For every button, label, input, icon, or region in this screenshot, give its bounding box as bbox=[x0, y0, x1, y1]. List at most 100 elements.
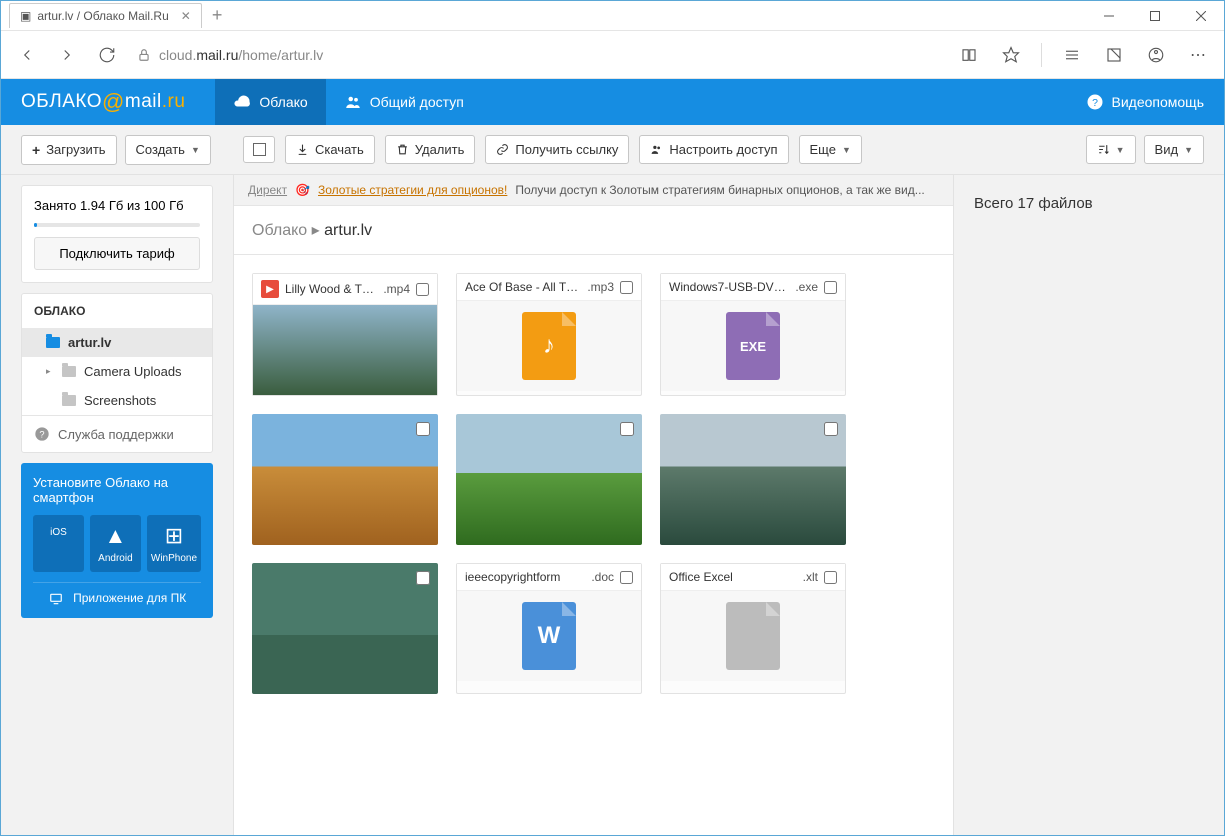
mobile-promo: Установите Облако на смартфон iOS ▲Andro… bbox=[21, 463, 213, 618]
reading-mode-icon[interactable] bbox=[951, 37, 987, 73]
file-checkbox[interactable] bbox=[416, 422, 430, 436]
window-close-button[interactable] bbox=[1178, 1, 1224, 31]
video-thumbnail bbox=[253, 305, 437, 395]
new-tab-button[interactable]: + bbox=[202, 1, 233, 30]
file-card-exe[interactable]: Windows7-USB-DV….exe EXE bbox=[660, 273, 846, 396]
file-card-doc[interactable]: ieeecopyrightform.doc W bbox=[456, 563, 642, 694]
android-icon: ▲ bbox=[94, 523, 137, 549]
help-icon: ? bbox=[34, 426, 50, 442]
tab-share[interactable]: Общий доступ bbox=[326, 79, 482, 125]
chevron-icon: ▸ bbox=[46, 366, 54, 377]
tab-cloud[interactable]: Облако bbox=[215, 79, 325, 125]
file-checkbox[interactable] bbox=[620, 571, 633, 584]
logo[interactable]: ОБЛАКО@mail.ru bbox=[21, 89, 185, 115]
sort-button[interactable]: ▼ bbox=[1086, 135, 1136, 164]
create-button[interactable]: Создать▼ bbox=[125, 135, 211, 165]
image-card[interactable] bbox=[252, 563, 438, 694]
help-icon: ? bbox=[1086, 93, 1104, 111]
share-icon[interactable] bbox=[1138, 37, 1174, 73]
video-badge-icon: ▶ bbox=[261, 280, 279, 298]
forward-button[interactable] bbox=[49, 37, 85, 73]
window-maximize-button[interactable] bbox=[1132, 1, 1178, 31]
tab-title: artur.lv / Облако Mail.Ru bbox=[37, 9, 168, 23]
more-icon[interactable]: ⋯ bbox=[1180, 37, 1216, 73]
file-checkbox[interactable] bbox=[824, 571, 837, 584]
people-icon bbox=[650, 143, 663, 156]
configure-access-button[interactable]: Настроить доступ bbox=[639, 135, 788, 164]
support-link[interactable]: ? Служба поддержки bbox=[22, 415, 212, 452]
file-checkbox[interactable] bbox=[824, 422, 838, 436]
file-card-mp3[interactable]: Ace Of Base - All T….mp3 ♪ bbox=[456, 273, 642, 396]
promo-android[interactable]: ▲Android bbox=[90, 515, 141, 572]
exe-file-icon: EXE bbox=[726, 312, 780, 380]
info-panel: Всего 17 файлов bbox=[954, 175, 1224, 835]
hub-icon[interactable] bbox=[1054, 37, 1090, 73]
breadcrumb-current: artur.lv bbox=[324, 222, 372, 239]
download-button[interactable]: Скачать bbox=[285, 135, 375, 164]
browser-nav-bar: cloud.mail.ru/home/artur.lv ⋯ bbox=[1, 31, 1224, 79]
file-checkbox[interactable] bbox=[416, 283, 429, 296]
tree-item-screenshots[interactable]: Screenshots bbox=[22, 386, 212, 415]
link-icon bbox=[496, 143, 509, 156]
image-card[interactable] bbox=[456, 414, 642, 545]
music-file-icon: ♪ bbox=[522, 312, 576, 380]
file-checkbox[interactable] bbox=[416, 571, 430, 585]
ad-direct-label: Директ bbox=[248, 183, 287, 197]
address-bar[interactable]: cloud.mail.ru/home/artur.lv bbox=[129, 47, 947, 63]
storage-panel: Занято 1.94 Гб из 100 Гб Подключить тари… bbox=[21, 185, 213, 283]
content-area: Директ 🎯 Золотые стратегии для опционов!… bbox=[233, 175, 954, 835]
promo-winphone[interactable]: ⊞WinPhone bbox=[147, 515, 201, 572]
window-minimize-button[interactable] bbox=[1086, 1, 1132, 31]
monitor-icon bbox=[48, 592, 64, 606]
people-icon bbox=[344, 93, 362, 111]
view-button[interactable]: Вид▼ bbox=[1144, 135, 1204, 164]
delete-button[interactable]: Удалить bbox=[385, 135, 476, 164]
image-card[interactable] bbox=[660, 414, 846, 545]
reload-button[interactable] bbox=[89, 37, 125, 73]
generic-file-icon bbox=[726, 602, 780, 670]
ad-banner[interactable]: Директ 🎯 Золотые стратегии для опционов!… bbox=[234, 175, 953, 206]
promo-ios[interactable]: iOS bbox=[33, 515, 84, 572]
favorite-icon[interactable] bbox=[993, 37, 1029, 73]
file-grid: ▶Lilly Wood & T….mp4 Ace Of Base - All T… bbox=[234, 255, 953, 712]
video-help-link[interactable]: ? Видеопомощь bbox=[1086, 93, 1205, 111]
toolbar: +Загрузить Создать▼ Скачать Удалить Полу… bbox=[1, 125, 1224, 175]
file-checkbox[interactable] bbox=[620, 281, 633, 294]
image-card[interactable] bbox=[252, 414, 438, 545]
file-card-mp4[interactable]: ▶Lilly Wood & T….mp4 bbox=[252, 273, 438, 396]
folder-icon bbox=[46, 337, 60, 348]
promo-pc-link[interactable]: Приложение для ПК bbox=[33, 582, 201, 606]
folder-tree: ОБЛАКО artur.lv ▸Camera Uploads Screensh… bbox=[21, 293, 213, 453]
promo-title: Установите Облако на смартфон bbox=[33, 475, 201, 505]
tree-item-artur[interactable]: artur.lv bbox=[22, 328, 212, 357]
total-files-label: Всего 17 файлов bbox=[974, 195, 1204, 212]
tree-title: ОБЛАКО bbox=[22, 294, 212, 328]
browser-tab[interactable]: ▣ artur.lv / Облако Mail.Ru ✕ bbox=[9, 3, 202, 28]
folder-icon bbox=[62, 366, 76, 377]
ad-text: Получи доступ к Золотым стратегиям бинар… bbox=[515, 183, 924, 197]
window-title-bar: ▣ artur.lv / Облако Mail.Ru ✕ + bbox=[1, 1, 1224, 31]
svg-text:?: ? bbox=[1092, 97, 1098, 109]
note-icon[interactable] bbox=[1096, 37, 1132, 73]
file-checkbox[interactable] bbox=[620, 422, 634, 436]
tab-close-icon[interactable]: ✕ bbox=[181, 9, 191, 23]
tariff-button[interactable]: Подключить тариф bbox=[34, 237, 200, 270]
select-all-button[interactable] bbox=[243, 136, 275, 163]
back-button[interactable] bbox=[9, 37, 45, 73]
windows-icon: ⊞ bbox=[151, 523, 197, 549]
app-header: ОБЛАКО@mail.ru Облако Общий доступ ? Вид… bbox=[1, 79, 1224, 125]
more-button[interactable]: Еще▼ bbox=[799, 135, 862, 164]
trash-icon bbox=[396, 143, 409, 156]
breadcrumb-root[interactable]: Облако bbox=[252, 222, 307, 239]
tree-item-camera[interactable]: ▸Camera Uploads bbox=[22, 357, 212, 386]
get-link-button[interactable]: Получить ссылку bbox=[485, 135, 629, 164]
upload-button[interactable]: +Загрузить bbox=[21, 135, 117, 165]
download-icon bbox=[296, 143, 309, 156]
folder-icon bbox=[62, 395, 76, 406]
tab-icon: ▣ bbox=[20, 9, 31, 23]
lock-icon bbox=[137, 48, 151, 62]
word-file-icon: W bbox=[522, 602, 576, 670]
file-card-xlt[interactable]: Office Excel.xlt bbox=[660, 563, 846, 694]
file-checkbox[interactable] bbox=[824, 281, 837, 294]
ad-icon: 🎯 bbox=[295, 183, 310, 197]
